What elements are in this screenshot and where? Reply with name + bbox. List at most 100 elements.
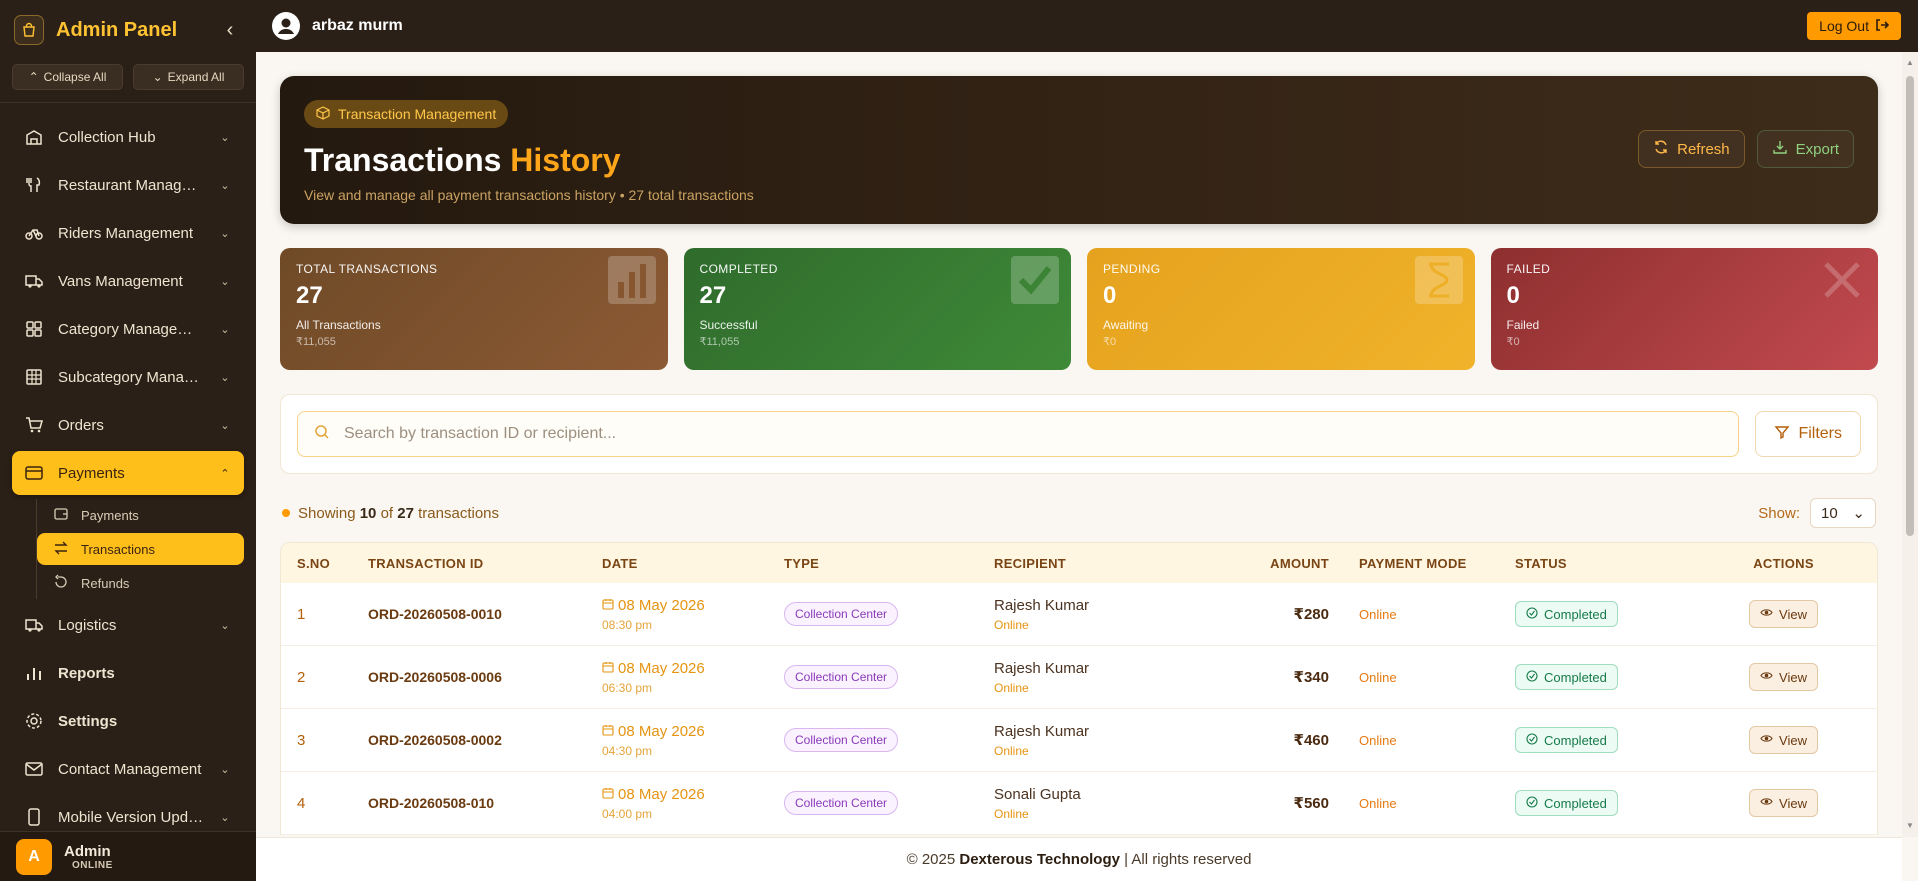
sidebar-item-logistics[interactable]: Logistics ⌄	[12, 603, 244, 647]
cell-amount: ₹280	[1293, 606, 1329, 623]
shopping-bag-icon	[14, 15, 44, 45]
chevron-down-icon: ⌄	[220, 763, 230, 776]
view-label: View	[1779, 669, 1807, 685]
table-row[interactable]: 3 ORD-20260508-0002 08 May 2026 04:30 pm…	[281, 709, 1877, 772]
page-size-control: Show: 10 ⌄	[1758, 498, 1876, 528]
stat-value: 0	[1506, 282, 1520, 309]
calendar-icon	[602, 723, 614, 740]
refresh-button[interactable]: Refresh	[1638, 130, 1745, 168]
check-circle-icon	[1526, 669, 1538, 685]
sidebar-item-subcategory-management[interactable]: Subcategory Management ⌄	[12, 355, 244, 399]
recipient-name: Rajesh Kumar	[994, 596, 1090, 614]
logout-button[interactable]: Log Out	[1807, 12, 1901, 40]
eye-icon	[1760, 732, 1773, 748]
type-badge: Collection Center	[784, 791, 899, 815]
scroll-down-icon[interactable]: ▼	[1905, 821, 1915, 831]
recipient-name: Rajesh Kumar	[994, 722, 1090, 740]
sidebar-item-orders[interactable]: Orders ⌄	[12, 403, 244, 447]
title-accent: History	[510, 142, 621, 178]
sidebar-item-label: Category Management	[58, 320, 204, 338]
sidebar-item-contact-management[interactable]: Contact Management ⌄	[12, 747, 244, 791]
sidebar-item-reports[interactable]: Reports	[12, 651, 244, 695]
search-input[interactable]	[344, 425, 1723, 443]
chevron-down-icon: ⌄	[220, 811, 230, 824]
stat-line2: ₹11,055	[699, 336, 740, 348]
stat-value: 0	[1103, 282, 1117, 309]
truck-icon	[24, 271, 44, 291]
phone-icon	[24, 807, 44, 827]
sidebar-user[interactable]: A Admin ONLINE	[0, 831, 256, 881]
sidebar-item-label: Contact Management	[58, 760, 202, 778]
sidebar-item-vans-management[interactable]: Vans Management ⌄	[12, 259, 244, 303]
subitem-label: Refunds	[81, 575, 130, 591]
table-row[interactable]: 4 ORD-20260508-010 08 May 2026 04:00 pm …	[281, 772, 1877, 835]
table-row[interactable]: 2 ORD-20260508-0006 08 May 2026 06:30 pm…	[281, 646, 1877, 709]
table-row[interactable]: 1 ORD-20260508-0010 08 May 2026 08:30 pm…	[281, 583, 1877, 646]
search-icon	[314, 424, 330, 445]
cell-date: 08 May 2026 08:30 pm	[602, 597, 784, 632]
view-button[interactable]: View	[1749, 726, 1818, 754]
bicycle-icon	[24, 223, 44, 243]
user-status: ONLINE	[72, 859, 113, 871]
transactions-table: S.NO TRANSACTION ID DATE TYPE RECIPIENT …	[280, 542, 1878, 835]
view-button[interactable]: View	[1749, 663, 1818, 691]
stats-cards: TOTAL TRANSACTIONS 27 All Transactions ₹…	[280, 248, 1878, 370]
top-user[interactable]: arbaz murm	[272, 12, 403, 40]
cell-actions: View	[1690, 600, 1877, 628]
sidebar-item-collection-hub[interactable]: Collection Hub ⌄	[12, 115, 244, 159]
collapse-all-button[interactable]: ⌃ Collapse All	[12, 64, 123, 90]
cell-recipient: Rajesh Kumar Online	[994, 723, 1204, 758]
cell-recipient: Sonali Gupta Online	[994, 786, 1204, 821]
user-avatar-icon	[272, 12, 300, 40]
header-sno: S.NO	[297, 555, 330, 571]
show-label: Show:	[1758, 504, 1800, 522]
sidebar-item-payments[interactable]: Payments ⌃	[12, 451, 244, 495]
time-value: 04:00 pm	[602, 806, 653, 821]
chevrons-down-icon: ⌄	[152, 70, 163, 84]
status-dot	[282, 509, 290, 517]
cell-type: Collection Center	[784, 791, 994, 815]
export-button[interactable]: Export	[1756, 130, 1854, 168]
hourglass-icon	[1414, 256, 1463, 304]
cell-date: 08 May 2026 06:30 pm	[602, 660, 784, 695]
sidebar-subitem-payments[interactable]: Payments	[37, 499, 244, 531]
title-main: Transactions	[304, 142, 502, 178]
stat-caption: FAILED	[1506, 262, 1551, 276]
stat-line1: Successful	[699, 318, 758, 332]
cell-payment-mode: Online	[1359, 795, 1397, 811]
chevron-down-icon: ⌄	[220, 419, 230, 432]
sidebar-subitem-transactions[interactable]: Transactions	[37, 533, 244, 565]
scroll-up-icon[interactable]: ▲	[1905, 58, 1915, 68]
view-button[interactable]: View	[1749, 789, 1818, 817]
cell-type: Collection Center	[784, 728, 994, 752]
page-scrollbar[interactable]: ▲ ▼	[1902, 52, 1918, 837]
listing-toolbar: Showing 10 of 27 transactions Show: 10 ⌄	[280, 498, 1878, 528]
sidebar-item-label: Payments	[58, 464, 125, 482]
pill-label: Transaction Management	[338, 106, 497, 122]
collapse-sidebar-icon[interactable]: ‹	[218, 19, 242, 42]
filters-button[interactable]: Filters	[1755, 411, 1861, 457]
filter-icon	[1774, 424, 1790, 445]
cell-date: 08 May 2026 04:30 pm	[602, 723, 784, 758]
page-size-select[interactable]: 10 ⌄	[1810, 498, 1876, 528]
type-badge: Collection Center	[784, 728, 899, 752]
scroll-thumb[interactable]	[1906, 76, 1914, 536]
sidebar-item-restaurant-management[interactable]: Restaurant Management ⌄	[12, 163, 244, 207]
recipient-sub: Online	[994, 680, 1029, 695]
sidebar-item-riders-management[interactable]: Riders Management ⌄	[12, 211, 244, 255]
sidebar-subitem-refunds[interactable]: Refunds	[37, 567, 244, 599]
stat-caption: PENDING	[1103, 262, 1161, 276]
header-recipient: RECIPIENT	[994, 555, 1067, 571]
sidebar-item-settings[interactable]: Settings	[12, 699, 244, 743]
view-button[interactable]: View	[1749, 600, 1818, 628]
cell-transaction-id: ORD-20260508-0002	[368, 732, 502, 748]
status-label: Completed	[1544, 606, 1607, 622]
cell-recipient: Rajesh Kumar Online	[994, 597, 1204, 632]
expand-all-button[interactable]: ⌄ Expand All	[133, 64, 244, 90]
status-label: Completed	[1544, 732, 1607, 748]
export-label: Export	[1795, 140, 1839, 158]
footer-prefix: © 2025	[906, 851, 956, 868]
view-label: View	[1779, 795, 1807, 811]
sidebar-item-category-management[interactable]: Category Management ⌄	[12, 307, 244, 351]
header-status: STATUS	[1515, 555, 1567, 571]
